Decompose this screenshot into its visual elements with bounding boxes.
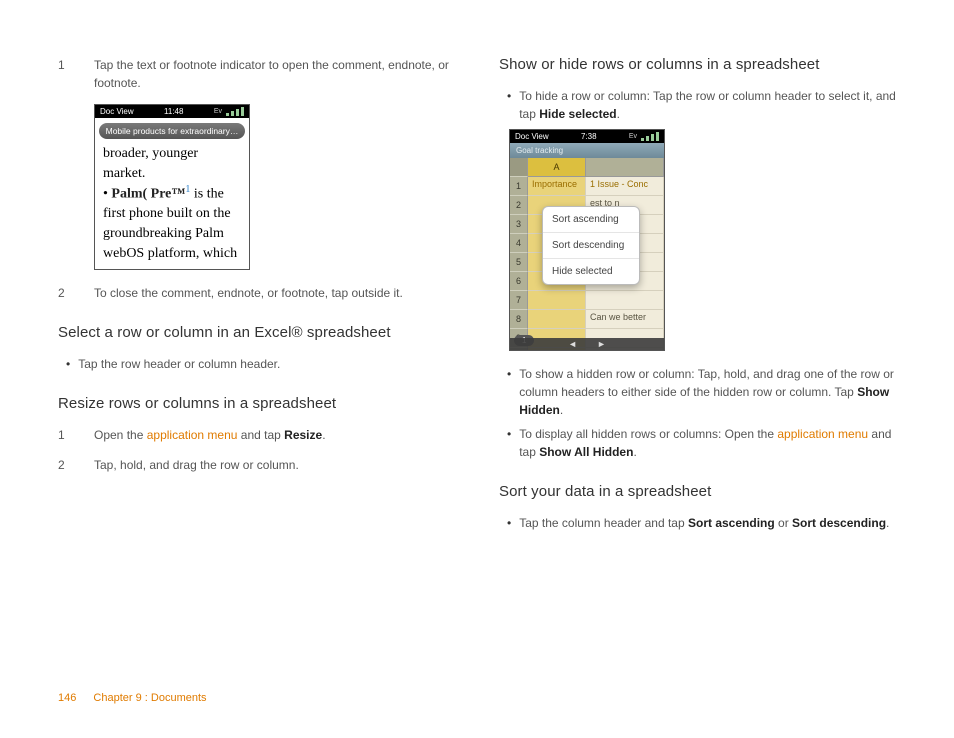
- signal-icon: [226, 107, 244, 116]
- step-number: 1: [58, 426, 68, 444]
- cell: [528, 291, 586, 310]
- page-footer: 146 Chapter 9 : Documents: [58, 692, 207, 704]
- bullet-hide: • To hide a row or column: Tap the row o…: [499, 87, 896, 123]
- bullet-select: • Tap the row header or column header.: [58, 355, 455, 373]
- app-name: Doc View: [515, 132, 549, 141]
- heading-sort: Sort your data in a spreadsheet: [499, 483, 896, 500]
- menu-sort-ascending[interactable]: Sort ascending: [543, 207, 639, 232]
- cell: Can we better: [586, 310, 664, 329]
- document-body: broader, younger market. • Palm( Pre™1 i…: [95, 144, 249, 269]
- phone-status-bar: Doc View 7:38 Ev: [510, 130, 664, 143]
- resize-step-2: 2 Tap, hold, and drag the row or column.: [58, 456, 455, 474]
- row-header[interactable]: 5: [510, 253, 528, 272]
- right-column: Show or hide rows or columns in a spread…: [499, 56, 896, 538]
- doc-text-line: broader, younger market.: [103, 146, 198, 181]
- menu-sort-descending[interactable]: Sort descending: [543, 232, 639, 258]
- chapter-label: Chapter 9 : Documents: [93, 692, 206, 704]
- bullet-sort: • Tap the column header and tap Sort asc…: [499, 514, 896, 532]
- bullet-text: Tap the row header or column header.: [78, 355, 280, 373]
- bullet-text: To show a hidden row or column: Tap, hol…: [519, 365, 896, 419]
- left-column: 1 Tap the text or footnote indicator to …: [58, 56, 455, 538]
- step-2: 2 To close the comment, endnote, or foot…: [58, 284, 455, 302]
- app-name: Doc View: [100, 107, 134, 116]
- network-label: Ev: [214, 108, 222, 115]
- clock: 7:38: [581, 132, 597, 141]
- spreadsheet-title: Goal tracking: [510, 143, 664, 158]
- bullet-show: • To show a hidden row or column: Tap, h…: [499, 365, 896, 419]
- heading-resize: Resize rows or columns in a spreadsheet: [58, 395, 455, 412]
- nav-prev-icon[interactable]: ◄: [568, 339, 577, 349]
- bullet-text: To hide a row or column: Tap the row or …: [519, 87, 896, 123]
- doc-bullet-bold: Palm( Pre™: [111, 187, 185, 202]
- cell: Importance: [528, 177, 586, 196]
- bullet-show-all: • To display all hidden rows or columns:…: [499, 425, 896, 461]
- column-header[interactable]: [586, 158, 664, 177]
- row-header[interactable]: 3: [510, 215, 528, 234]
- row-header[interactable]: 2: [510, 196, 528, 215]
- menu-hide-selected[interactable]: Hide selected: [543, 258, 639, 284]
- cell: [528, 310, 586, 329]
- row-header[interactable]: 7: [510, 291, 528, 310]
- page-number: 146: [58, 692, 76, 704]
- cell: 1 Issue - Conc: [586, 177, 664, 196]
- screenshot-spreadsheet-menu: Doc View 7:38 Ev Goal tracking A 1 I: [509, 129, 665, 351]
- corner-cell: [510, 158, 528, 177]
- heading-select-row-column: Select a row or column in an Excel® spre…: [58, 324, 455, 341]
- resize-step-1: 1 Open the application menu and tap Resi…: [58, 426, 455, 444]
- bullet-text: To display all hidden rows or columns: O…: [519, 425, 896, 461]
- signal-icon: [641, 132, 659, 141]
- application-menu-link[interactable]: application menu: [777, 427, 868, 441]
- column-header-a[interactable]: A: [528, 158, 586, 177]
- heading-show-hide: Show or hide rows or columns in a spread…: [499, 56, 896, 73]
- step-number: 2: [58, 456, 68, 474]
- step-text: Tap the text or footnote indicator to op…: [94, 56, 455, 92]
- step-text: To close the comment, endnote, or footno…: [94, 284, 403, 302]
- nav-next-icon[interactable]: ►: [597, 339, 606, 349]
- phone-status-bar: Doc View 11:48 Ev: [95, 105, 249, 118]
- network-label: Ev: [629, 133, 637, 140]
- cell: [586, 291, 664, 310]
- context-menu: Sort ascending Sort descending Hide sele…: [542, 206, 640, 285]
- row-header[interactable]: 1: [510, 177, 528, 196]
- screenshot-docview-comment: Doc View 11:48 Ev Mobile products for ex…: [94, 104, 250, 270]
- application-menu-link[interactable]: application menu: [147, 428, 238, 442]
- step-1: 1 Tap the text or footnote indicator to …: [58, 56, 455, 92]
- row-header[interactable]: 8: [510, 310, 528, 329]
- clock: 11:48: [164, 107, 183, 116]
- step-text: Tap, hold, and drag the row or column.: [94, 456, 299, 474]
- row-header[interactable]: 6: [510, 272, 528, 291]
- row-header[interactable]: 4: [510, 234, 528, 253]
- document-title-pill: Mobile products for extraordinary…: [99, 123, 245, 139]
- step-text: Open the application menu and tap Resize…: [94, 426, 326, 444]
- bottom-nav-bar: ◄ ►: [510, 338, 664, 350]
- spreadsheet-grid: A 1 Importance 1 Issue - Conc 2est to n …: [510, 158, 664, 350]
- bullet-text: Tap the column header and tap Sort ascen…: [519, 514, 889, 532]
- step-number: 2: [58, 284, 68, 302]
- step-number: 1: [58, 56, 68, 92]
